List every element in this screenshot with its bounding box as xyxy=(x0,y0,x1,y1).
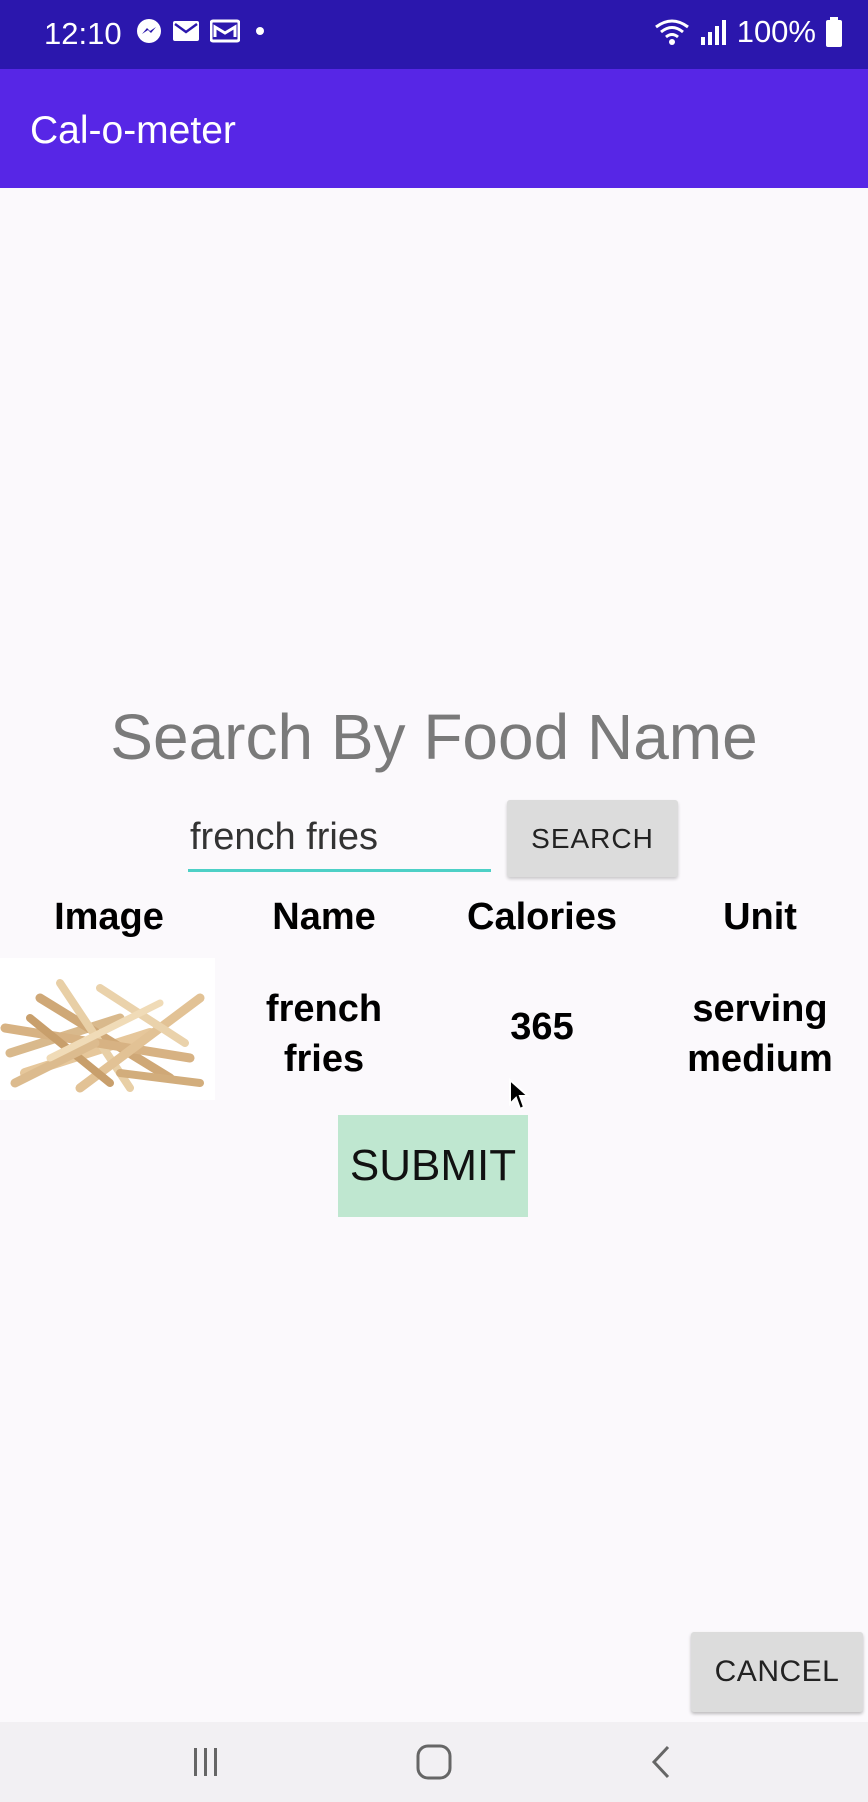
screen: 12:10 100% Cal-o-meter Search By Food Na… xyxy=(0,0,868,1802)
cancel-button[interactable]: CANCEL xyxy=(691,1632,863,1712)
search-input[interactable] xyxy=(188,806,491,872)
cell-name-line2: fries xyxy=(283,1038,365,1080)
messenger-icon xyxy=(137,19,161,43)
signal-icon xyxy=(700,20,726,45)
cell-unit: serving medium xyxy=(651,984,868,1084)
back-button[interactable] xyxy=(632,1738,692,1786)
wifi-icon xyxy=(654,19,689,45)
table-row[interactable]: french fries 365 serving medium xyxy=(0,958,868,1102)
cell-name-line1: french xyxy=(265,988,383,1030)
header-name: Name xyxy=(272,896,376,938)
home-icon xyxy=(416,1744,452,1780)
app-bar: Cal-o-meter xyxy=(0,69,868,188)
french-fries-image xyxy=(0,958,215,1100)
dot-icon xyxy=(256,27,264,35)
search-button[interactable]: SEARCH xyxy=(507,800,678,877)
gmail-icon xyxy=(210,19,240,43)
app-title: Cal-o-meter xyxy=(30,109,236,152)
mouse-cursor-icon xyxy=(509,1078,530,1111)
home-button[interactable] xyxy=(404,1738,464,1786)
header-calories: Calories xyxy=(467,896,617,938)
battery-percent: 100% xyxy=(736,14,816,49)
mail-icon xyxy=(173,21,199,41)
notification-icons xyxy=(136,18,270,44)
cell-calories: 365 xyxy=(510,1006,574,1048)
cell-name: french fries xyxy=(215,984,433,1084)
cell-unit-line2: medium xyxy=(687,1038,833,1080)
fries-illustration xyxy=(0,979,205,1093)
status-bar: 12:10 100% xyxy=(0,0,868,69)
submit-button[interactable]: SUBMIT xyxy=(338,1115,528,1217)
recents-button[interactable] xyxy=(176,1738,236,1786)
table-header: Image Name Calories Unit xyxy=(0,896,868,944)
header-unit: Unit xyxy=(723,896,797,938)
recents-icon xyxy=(194,1748,217,1776)
back-icon xyxy=(651,1745,670,1779)
nav-bar xyxy=(0,1722,868,1802)
battery-icon xyxy=(826,17,842,47)
system-icons: 100% xyxy=(653,14,844,50)
page-title: Search By Food Name xyxy=(110,701,758,773)
cell-unit-line1: serving xyxy=(692,988,828,1030)
header-image: Image xyxy=(54,896,164,938)
status-time: 12:10 xyxy=(44,16,122,51)
